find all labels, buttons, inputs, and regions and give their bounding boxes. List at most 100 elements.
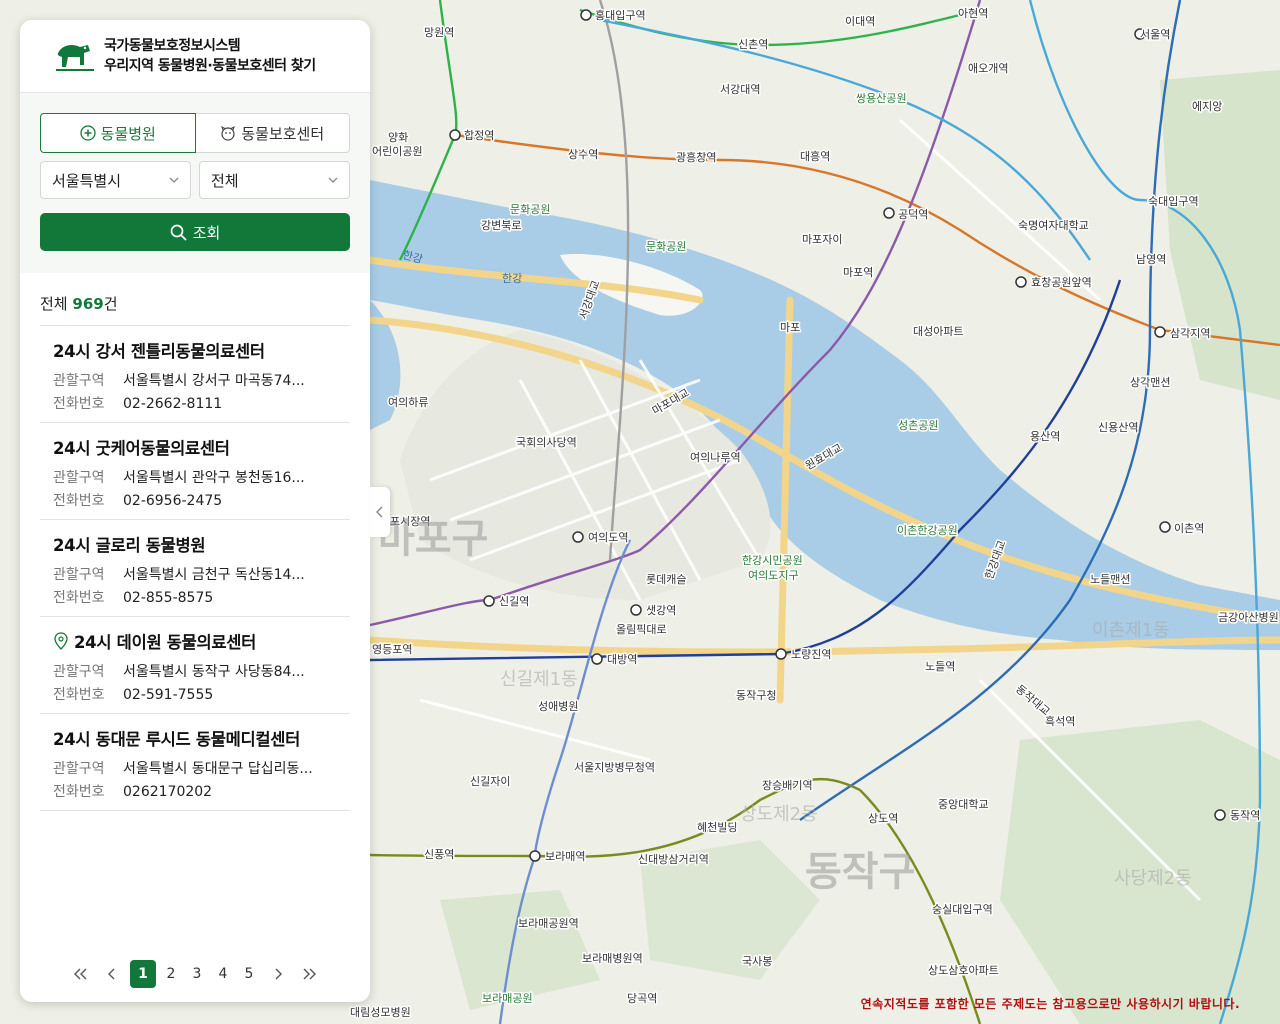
item-name: 24시 동대문 루시드 동물메디컬센터 <box>53 730 301 749</box>
page-3-button[interactable]: 3 <box>186 960 208 988</box>
pagination: 1 2 3 4 5 <box>20 960 370 988</box>
svg-text:상도제2동: 상도제2동 <box>740 804 818 825</box>
svg-text:보라매역: 보라매역 <box>545 850 585 863</box>
item-area: 서울특별시 관악구 봉천동16... <box>123 470 305 486</box>
next-page-button[interactable] <box>264 960 292 988</box>
svg-text:보라매공원: 보라매공원 <box>482 992 533 1005</box>
svg-text:보라매공원역: 보라매공원역 <box>518 917 579 930</box>
tab-animal-hospital-label: 동물병원 <box>100 124 156 143</box>
animal-logo-icon <box>56 45 94 71</box>
svg-text:홍대입구역: 홍대입구역 <box>595 8 646 22</box>
district-select-value: 전체 <box>211 171 239 190</box>
svg-text:신길자이: 신길자이 <box>470 775 510 788</box>
search-icon <box>170 224 187 240</box>
list-item[interactable]: 24시 데이원 동물의료센터 관할구역 서울특별시 동작구 사당동84... 전화… <box>40 617 350 714</box>
tab-animal-hospital[interactable]: 동물병원 <box>40 113 196 153</box>
result-total: 전체 969건 <box>20 273 370 325</box>
svg-text:삼각지역: 삼각지역 <box>1170 327 1210 340</box>
list-item[interactable]: 24시 굿케어동물의료센터 관할구역 서울특별시 관악구 봉천동16... 전화번… <box>40 423 350 520</box>
svg-text:광흥창역: 광흥창역 <box>676 150 716 164</box>
double-left-icon <box>74 968 87 980</box>
svg-text:성촌공원: 성촌공원 <box>898 419 938 432</box>
svg-text:남영역: 남영역 <box>1136 253 1166 266</box>
svg-text:당곡역: 당곡역 <box>627 992 657 1005</box>
page-5-button[interactable]: 5 <box>238 960 260 988</box>
item-name: 24시 굿케어동물의료센터 <box>53 439 230 458</box>
svg-text:노들맨션: 노들맨션 <box>1090 573 1130 586</box>
tab-animal-shelter-label: 동물보호센터 <box>241 124 325 143</box>
page-4-button[interactable]: 4 <box>212 960 234 988</box>
total-prefix: 전체 <box>40 295 68 313</box>
item-phone: 02-2662-8111 <box>123 396 223 412</box>
last-page-button[interactable] <box>296 960 324 988</box>
svg-text:효창공원앞역: 효창공원앞역 <box>1031 276 1092 289</box>
svg-text:노들역: 노들역 <box>925 660 955 673</box>
app-subtitle: 우리지역 동물병원·동물보호센터 찾기 <box>104 58 316 74</box>
svg-text:이촌역: 이촌역 <box>1174 522 1204 535</box>
svg-text:상각맨션: 상각맨션 <box>1130 376 1170 389</box>
item-name: 24시 강서 젠틀리동물의료센터 <box>53 342 265 361</box>
svg-text:국사봉: 국사봉 <box>742 955 772 968</box>
svg-text:동작역: 동작역 <box>1230 809 1260 822</box>
list-item[interactable]: 24시 동대문 루시드 동물메디컬센터 관할구역 서울특별시 동대문구 답십리동.… <box>40 714 350 811</box>
svg-text:한강시민공원: 한강시민공원 <box>742 554 803 567</box>
area-label: 관할구역 <box>53 373 105 389</box>
svg-text:동작구청: 동작구청 <box>736 689 776 702</box>
search-panel: 국가동물보호정보시스템 우리지역 동물병원·동물보호센터 찾기 동물병원 동물보… <box>20 20 370 1002</box>
svg-text:국회의사당역: 국회의사당역 <box>516 436 577 449</box>
panel-header: 국가동물보호정보시스템 우리지역 동물병원·동물보호센터 찾기 <box>20 20 370 93</box>
svg-text:보라매병원역: 보라매병원역 <box>582 952 643 965</box>
svg-text:숙명여자대학교: 숙명여자대학교 <box>1018 219 1089 232</box>
svg-text:에지앙: 에지앙 <box>1192 100 1222 113</box>
region-select[interactable]: 서울특별시 <box>40 161 191 199</box>
item-area: 서울특별시 동작구 사당동84... <box>123 664 305 680</box>
area-label: 관할구역 <box>53 664 105 680</box>
svg-text:성애병원: 성애병원 <box>538 700 578 713</box>
search-button[interactable]: 조회 <box>40 213 350 251</box>
list-item[interactable]: 24시 글로리 동물병원 관할구역 서울특별시 금천구 독산동14... 전화번호… <box>40 520 350 617</box>
item-name: 24시 데이원 동물의료센터 <box>74 633 257 652</box>
page-1-button[interactable]: 1 <box>130 960 156 988</box>
svg-text:이촌제1동: 이촌제1동 <box>1092 620 1170 641</box>
panel-collapse-button[interactable] <box>370 487 390 537</box>
map-pin-icon <box>54 632 68 650</box>
svg-text:샛강역: 샛강역 <box>646 604 676 617</box>
shelter-icon <box>221 126 236 141</box>
list-item[interactable]: 24시 강서 젠틀리동물의료센터 관할구역 서울특별시 강서구 마곡동74... … <box>40 326 350 423</box>
double-right-icon <box>303 968 316 980</box>
svg-text:어린이공원: 어린이공원 <box>372 145 423 158</box>
first-page-button[interactable] <box>66 960 94 988</box>
phone-label: 전화번호 <box>53 687 105 703</box>
prev-page-button[interactable] <box>98 960 126 988</box>
svg-text:망원역: 망원역 <box>424 26 454 39</box>
item-area: 서울특별시 강서구 마곡동74... <box>123 373 305 389</box>
item-phone: 02-591-7555 <box>123 687 214 703</box>
svg-text:신촌역: 신촌역 <box>738 38 768 51</box>
svg-text:마포구: 마포구 <box>378 516 488 562</box>
page-2-button[interactable]: 2 <box>160 960 182 988</box>
result-list: 24시 강서 젠틀리동물의료센터 관할구역 서울특별시 강서구 마곡동74... … <box>40 325 350 811</box>
svg-text:상도삼호아파트: 상도삼호아파트 <box>928 964 999 977</box>
phone-label: 전화번호 <box>53 590 105 606</box>
svg-text:장승배기역: 장승배기역 <box>762 779 813 792</box>
district-select[interactable]: 전체 <box>199 161 350 199</box>
svg-text:대성아파트: 대성아파트 <box>913 325 964 338</box>
svg-text:마포자이: 마포자이 <box>802 233 842 246</box>
area-label: 관할구역 <box>53 761 105 777</box>
svg-text:대방역: 대방역 <box>607 653 637 666</box>
svg-text:대림성모병원: 대림성모병원 <box>350 1006 411 1019</box>
tab-animal-shelter[interactable]: 동물보호센터 <box>195 113 350 153</box>
item-area: 서울특별시 금천구 독산동14... <box>123 567 305 583</box>
right-icon <box>275 968 282 980</box>
item-name: 24시 글로리 동물병원 <box>53 536 206 555</box>
phone-label: 전화번호 <box>53 784 105 800</box>
svg-text:합정역: 합정역 <box>464 129 494 142</box>
svg-text:신길제1동: 신길제1동 <box>500 669 578 690</box>
svg-text:노량진역: 노량진역 <box>791 648 831 661</box>
svg-text:숭실대입구역: 숭실대입구역 <box>932 903 993 916</box>
svg-text:신길역: 신길역 <box>499 595 529 608</box>
svg-text:흑석역: 흑석역 <box>1045 714 1075 728</box>
svg-text:대흥역: 대흥역 <box>800 149 830 163</box>
svg-text:이대역: 이대역 <box>845 15 875 28</box>
paw-hospital-icon <box>79 125 96 141</box>
